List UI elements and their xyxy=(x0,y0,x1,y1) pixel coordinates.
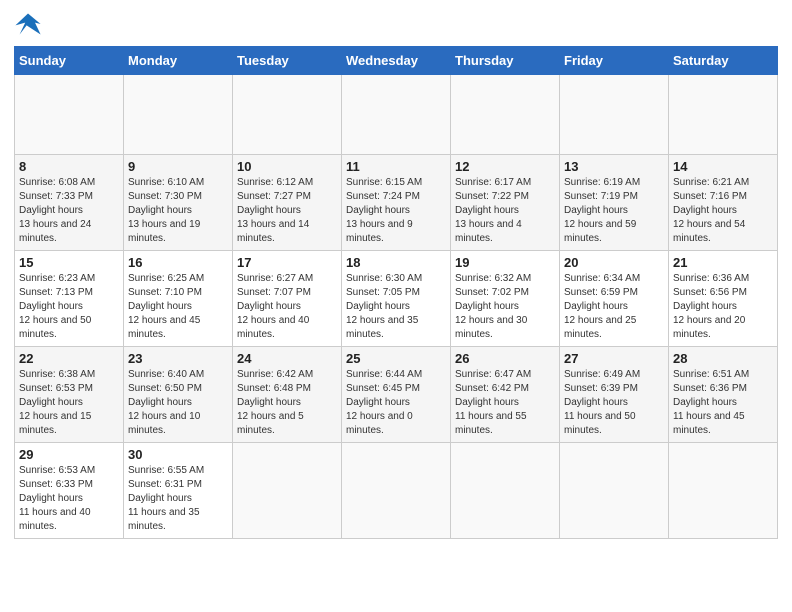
header-row: SundayMondayTuesdayWednesdayThursdayFrid… xyxy=(15,47,778,75)
day-cell-30: 30 Sunrise: 6:55 AM Sunset: 6:31 PM Dayl… xyxy=(124,443,233,539)
calendar-week-3: 22 Sunrise: 6:38 AM Sunset: 6:53 PM Dayl… xyxy=(15,347,778,443)
day-info: Sunrise: 6:27 AM Sunset: 7:07 PM Dayligh… xyxy=(237,272,337,342)
day-cell-28: 28 Sunrise: 6:51 AM Sunset: 6:36 PM Dayl… xyxy=(669,347,778,443)
logo xyxy=(14,10,46,38)
day-info: Sunrise: 6:44 AM Sunset: 6:45 PM Dayligh… xyxy=(346,368,446,438)
day-cell-20: 20 Sunrise: 6:34 AM Sunset: 6:59 PM Dayl… xyxy=(560,251,669,347)
calendar-week-1: 8 Sunrise: 6:08 AM Sunset: 7:33 PM Dayli… xyxy=(15,155,778,251)
day-number: 18 xyxy=(346,255,446,270)
day-number: 13 xyxy=(564,159,664,174)
day-info: Sunrise: 6:34 AM Sunset: 6:59 PM Dayligh… xyxy=(564,272,664,342)
day-cell-26: 26 Sunrise: 6:47 AM Sunset: 6:42 PM Dayl… xyxy=(451,347,560,443)
day-number: 8 xyxy=(19,159,119,174)
day-number: 14 xyxy=(673,159,773,174)
empty-cell xyxy=(451,75,560,155)
day-cell-21: 21 Sunrise: 6:36 AM Sunset: 6:56 PM Dayl… xyxy=(669,251,778,347)
day-cell-22: 22 Sunrise: 6:38 AM Sunset: 6:53 PM Dayl… xyxy=(15,347,124,443)
day-info: Sunrise: 6:10 AM Sunset: 7:30 PM Dayligh… xyxy=(128,176,228,246)
day-number: 19 xyxy=(455,255,555,270)
day-info: Sunrise: 6:55 AM Sunset: 6:31 PM Dayligh… xyxy=(128,464,228,534)
empty-cell xyxy=(560,75,669,155)
day-info: Sunrise: 6:42 AM Sunset: 6:48 PM Dayligh… xyxy=(237,368,337,438)
day-cell-16: 16 Sunrise: 6:25 AM Sunset: 7:10 PM Dayl… xyxy=(124,251,233,347)
calendar-table: SundayMondayTuesdayWednesdayThursdayFrid… xyxy=(14,46,778,539)
column-header-friday: Friday xyxy=(560,47,669,75)
day-number: 28 xyxy=(673,351,773,366)
day-info: Sunrise: 6:08 AM Sunset: 7:33 PM Dayligh… xyxy=(19,176,119,246)
day-number: 30 xyxy=(128,447,228,462)
day-info: Sunrise: 6:38 AM Sunset: 6:53 PM Dayligh… xyxy=(19,368,119,438)
day-info: Sunrise: 6:12 AM Sunset: 7:27 PM Dayligh… xyxy=(237,176,337,246)
day-info: Sunrise: 6:32 AM Sunset: 7:02 PM Dayligh… xyxy=(455,272,555,342)
day-info: Sunrise: 6:51 AM Sunset: 6:36 PM Dayligh… xyxy=(673,368,773,438)
empty-cell xyxy=(233,443,342,539)
day-info: Sunrise: 6:53 AM Sunset: 6:33 PM Dayligh… xyxy=(19,464,119,534)
day-number: 11 xyxy=(346,159,446,174)
day-cell-17: 17 Sunrise: 6:27 AM Sunset: 7:07 PM Dayl… xyxy=(233,251,342,347)
column-header-thursday: Thursday xyxy=(451,47,560,75)
column-header-wednesday: Wednesday xyxy=(342,47,451,75)
day-number: 15 xyxy=(19,255,119,270)
empty-cell xyxy=(451,443,560,539)
day-cell-12: 12 Sunrise: 6:17 AM Sunset: 7:22 PM Dayl… xyxy=(451,155,560,251)
day-info: Sunrise: 6:49 AM Sunset: 6:39 PM Dayligh… xyxy=(564,368,664,438)
day-cell-23: 23 Sunrise: 6:40 AM Sunset: 6:50 PM Dayl… xyxy=(124,347,233,443)
day-cell-8: 8 Sunrise: 6:08 AM Sunset: 7:33 PM Dayli… xyxy=(15,155,124,251)
day-number: 20 xyxy=(564,255,664,270)
calendar-week-4: 29 Sunrise: 6:53 AM Sunset: 6:33 PM Dayl… xyxy=(15,443,778,539)
day-info: Sunrise: 6:30 AM Sunset: 7:05 PM Dayligh… xyxy=(346,272,446,342)
day-number: 10 xyxy=(237,159,337,174)
column-header-tuesday: Tuesday xyxy=(233,47,342,75)
day-number: 12 xyxy=(455,159,555,174)
day-number: 16 xyxy=(128,255,228,270)
day-info: Sunrise: 6:15 AM Sunset: 7:24 PM Dayligh… xyxy=(346,176,446,246)
day-cell-25: 25 Sunrise: 6:44 AM Sunset: 6:45 PM Dayl… xyxy=(342,347,451,443)
day-cell-29: 29 Sunrise: 6:53 AM Sunset: 6:33 PM Dayl… xyxy=(15,443,124,539)
day-cell-14: 14 Sunrise: 6:21 AM Sunset: 7:16 PM Dayl… xyxy=(669,155,778,251)
column-header-sunday: Sunday xyxy=(15,47,124,75)
day-number: 29 xyxy=(19,447,119,462)
day-info: Sunrise: 6:47 AM Sunset: 6:42 PM Dayligh… xyxy=(455,368,555,438)
empty-cell xyxy=(342,443,451,539)
calendar-week-2: 15 Sunrise: 6:23 AM Sunset: 7:13 PM Dayl… xyxy=(15,251,778,347)
main-container: SundayMondayTuesdayWednesdayThursdayFrid… xyxy=(0,0,792,549)
empty-cell xyxy=(669,75,778,155)
day-info: Sunrise: 6:19 AM Sunset: 7:19 PM Dayligh… xyxy=(564,176,664,246)
empty-cell xyxy=(669,443,778,539)
calendar-week-0 xyxy=(15,75,778,155)
day-number: 22 xyxy=(19,351,119,366)
empty-cell xyxy=(233,75,342,155)
day-cell-13: 13 Sunrise: 6:19 AM Sunset: 7:19 PM Dayl… xyxy=(560,155,669,251)
day-cell-24: 24 Sunrise: 6:42 AM Sunset: 6:48 PM Dayl… xyxy=(233,347,342,443)
day-number: 25 xyxy=(346,351,446,366)
empty-cell xyxy=(560,443,669,539)
day-number: 27 xyxy=(564,351,664,366)
day-cell-15: 15 Sunrise: 6:23 AM Sunset: 7:13 PM Dayl… xyxy=(15,251,124,347)
day-number: 23 xyxy=(128,351,228,366)
day-cell-27: 27 Sunrise: 6:49 AM Sunset: 6:39 PM Dayl… xyxy=(560,347,669,443)
day-cell-18: 18 Sunrise: 6:30 AM Sunset: 7:05 PM Dayl… xyxy=(342,251,451,347)
day-info: Sunrise: 6:17 AM Sunset: 7:22 PM Dayligh… xyxy=(455,176,555,246)
logo-icon xyxy=(14,10,42,38)
day-info: Sunrise: 6:21 AM Sunset: 7:16 PM Dayligh… xyxy=(673,176,773,246)
column-header-saturday: Saturday xyxy=(669,47,778,75)
header xyxy=(14,10,778,38)
day-cell-19: 19 Sunrise: 6:32 AM Sunset: 7:02 PM Dayl… xyxy=(451,251,560,347)
day-number: 26 xyxy=(455,351,555,366)
day-cell-11: 11 Sunrise: 6:15 AM Sunset: 7:24 PM Dayl… xyxy=(342,155,451,251)
empty-cell xyxy=(15,75,124,155)
empty-cell xyxy=(342,75,451,155)
day-number: 9 xyxy=(128,159,228,174)
day-number: 21 xyxy=(673,255,773,270)
day-info: Sunrise: 6:23 AM Sunset: 7:13 PM Dayligh… xyxy=(19,272,119,342)
empty-cell xyxy=(124,75,233,155)
day-number: 24 xyxy=(237,351,337,366)
column-header-monday: Monday xyxy=(124,47,233,75)
day-cell-9: 9 Sunrise: 6:10 AM Sunset: 7:30 PM Dayli… xyxy=(124,155,233,251)
day-info: Sunrise: 6:40 AM Sunset: 6:50 PM Dayligh… xyxy=(128,368,228,438)
day-cell-10: 10 Sunrise: 6:12 AM Sunset: 7:27 PM Dayl… xyxy=(233,155,342,251)
day-info: Sunrise: 6:25 AM Sunset: 7:10 PM Dayligh… xyxy=(128,272,228,342)
day-info: Sunrise: 6:36 AM Sunset: 6:56 PM Dayligh… xyxy=(673,272,773,342)
day-number: 17 xyxy=(237,255,337,270)
